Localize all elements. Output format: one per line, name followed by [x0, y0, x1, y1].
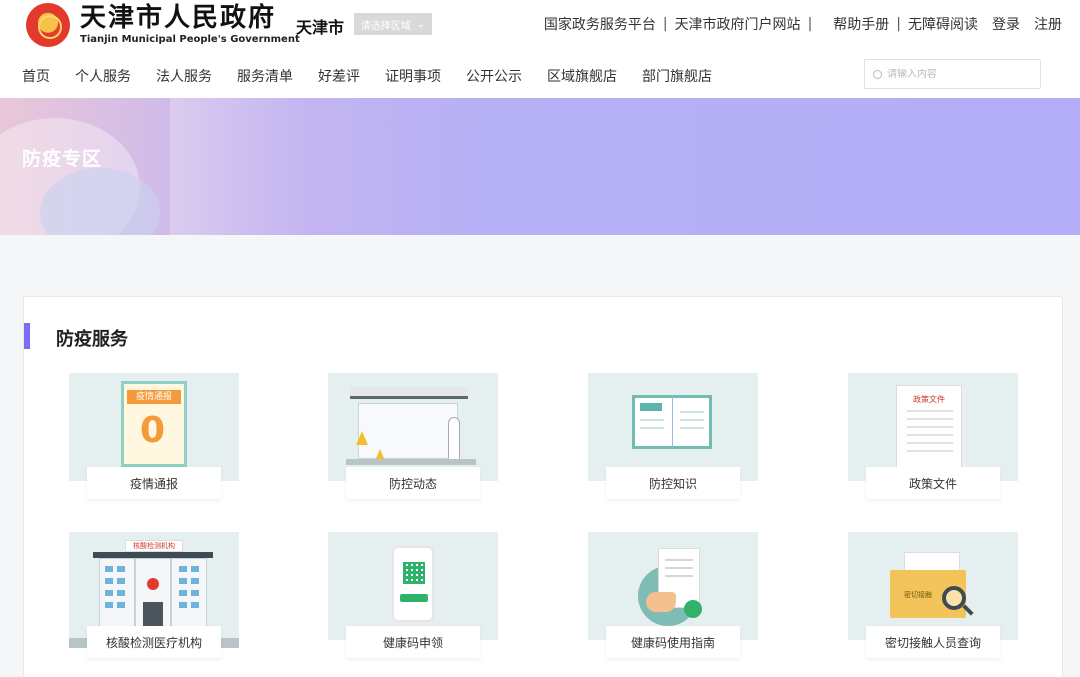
folder-magnifier-icon: 密切接触 [890, 552, 980, 626]
logo-title-cn: 天津市人民政府 [80, 3, 277, 33]
hospital-icon: 核酸检测机构 [69, 540, 239, 648]
site-header: 天津市人民政府 Tianjin Municipal People's Gover… [0, 0, 1080, 98]
nav-item-home[interactable]: 首页 [22, 66, 50, 86]
link-portal[interactable]: 天津市政府门户网站 [675, 14, 801, 34]
nav-item-corporate[interactable]: 法人服务 [156, 66, 212, 86]
nav-item-public-notice[interactable]: 公开公示 [466, 66, 522, 86]
card-health-code-guide[interactable]: 健康码使用指南 [588, 532, 758, 662]
report-poster-icon: 疫情通报 0 [121, 381, 187, 467]
nav-item-personal[interactable]: 个人服务 [75, 66, 131, 86]
search-icon[interactable] [873, 69, 882, 79]
epidemic-services-panel: 防疫服务 疫情通报 0 疫情通报 防控动态 防控知识 政策文件 政策文件 核酸检… [23, 296, 1063, 677]
card-nucleic-test-institutions[interactable]: 核酸检测机构 核酸检测医疗机构 [69, 532, 239, 662]
nav-item-service-list[interactable]: 服务清单 [237, 66, 293, 86]
card-health-code-apply[interactable]: 健康码申领 [328, 532, 498, 662]
document-icon: 政策文件 [896, 385, 962, 469]
phone-qr-icon [392, 546, 434, 622]
book-icon [632, 389, 714, 451]
guide-document-icon [638, 548, 708, 628]
site-logo[interactable]: 天津市人民政府 Tianjin Municipal People's Gover… [26, 2, 300, 48]
link-help[interactable]: 帮助手册 [833, 14, 889, 34]
logo-title-en: Tianjin Municipal People's Government [80, 34, 300, 45]
main-nav: 首页 个人服务 法人服务 服务清单 好差评 证明事项 公开公示 区域旗舰店 部门… [22, 66, 737, 86]
card-label: 防控知识 [606, 467, 740, 499]
region-select[interactable]: 请选择区域 ⌄ [354, 13, 432, 35]
national-emblem-icon [26, 3, 70, 47]
search-box [864, 59, 1041, 89]
card-policy-documents[interactable]: 政策文件 政策文件 [848, 373, 1018, 503]
nav-item-certification[interactable]: 证明事项 [385, 66, 441, 86]
current-city: 天津市 [296, 18, 345, 37]
login-link[interactable]: 登录 [992, 14, 1020, 34]
card-control-updates[interactable]: 防控动态 [328, 373, 498, 503]
card-label: 政策文件 [866, 467, 1000, 499]
nav-item-region-store[interactable]: 区域旗舰店 [547, 66, 617, 86]
card-prevention-knowledge[interactable]: 防控知识 [588, 373, 758, 503]
section-accent-bar [24, 323, 30, 349]
card-label: 核酸检测医疗机构 [87, 626, 221, 658]
card-label: 密切接触人员查询 [866, 626, 1000, 658]
card-label: 防控动态 [346, 467, 480, 499]
link-national-platform[interactable]: 国家政务服务平台 [544, 14, 656, 34]
checkpoint-station-icon [328, 373, 498, 481]
nav-item-rating[interactable]: 好差评 [318, 66, 360, 86]
chevron-down-icon: ⌄ [416, 18, 426, 30]
top-links: 国家政务服务平台 | 天津市政府门户网站 | 帮助手册 | 无障碍阅读 登录 注… [543, 14, 1062, 34]
hero-banner: 防疫专区 [0, 98, 1080, 235]
card-label: 疫情通报 [87, 467, 221, 499]
card-label: 健康码申领 [346, 626, 480, 658]
card-close-contact-query[interactable]: 密切接触 密切接触人员查询 [848, 532, 1018, 662]
register-link[interactable]: 注册 [1034, 14, 1062, 34]
nav-item-dept-store[interactable]: 部门旗舰店 [642, 66, 712, 86]
link-accessibility[interactable]: 无障碍阅读 [908, 14, 978, 34]
card-epidemic-report[interactable]: 疫情通报 0 疫情通报 [69, 373, 239, 503]
search-input[interactable] [887, 68, 1027, 80]
banner-title: 防疫专区 [22, 148, 103, 170]
section-title: 防疫服务 [56, 329, 128, 350]
card-label: 健康码使用指南 [606, 626, 740, 658]
